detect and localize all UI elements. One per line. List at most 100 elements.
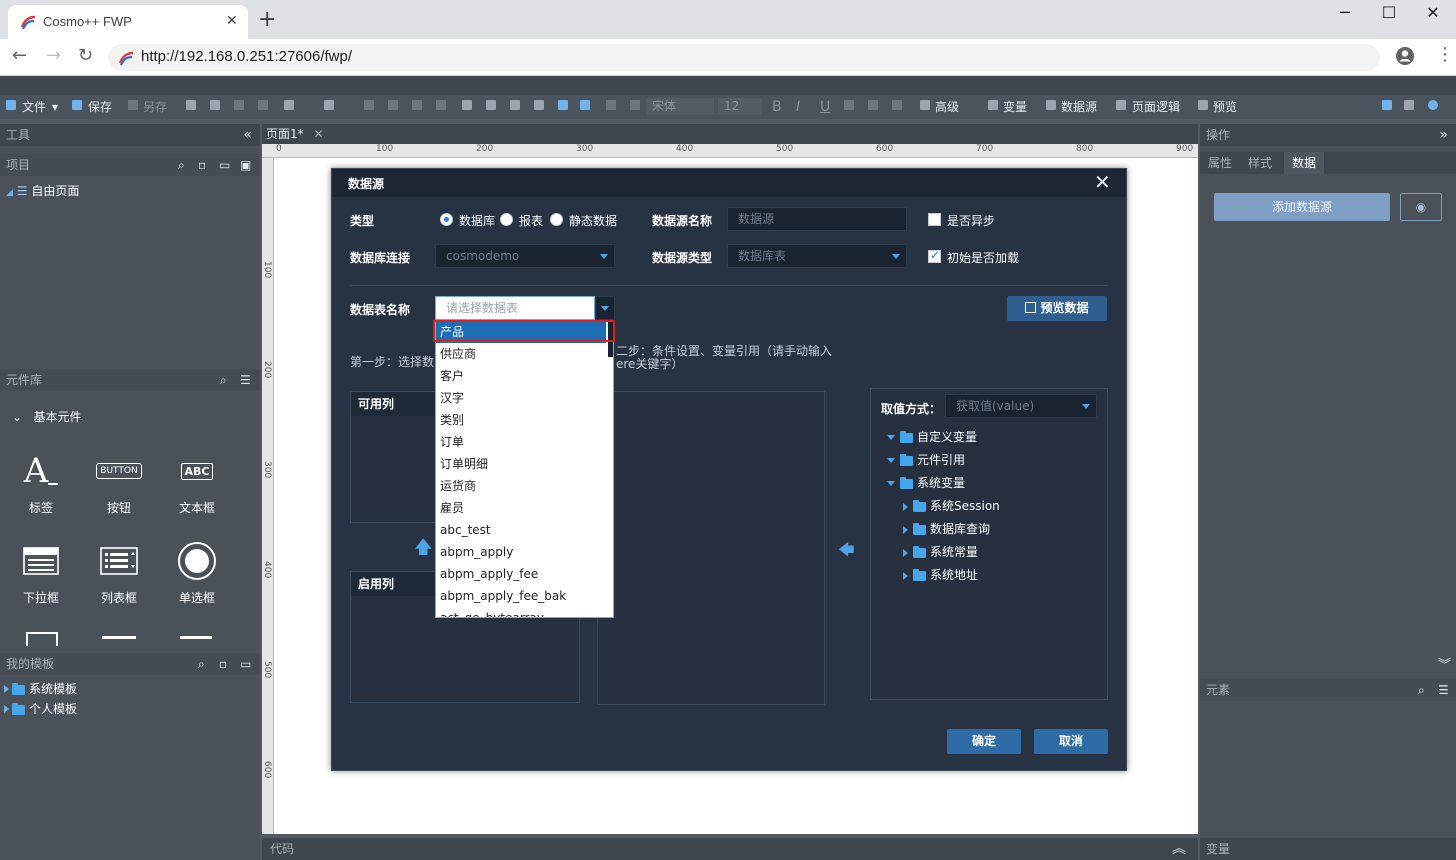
dropdown-item[interactable]: abpm_apply: [436, 541, 606, 563]
font-size-select[interactable]: 12: [718, 98, 762, 115]
line-component-icon[interactable]: [180, 636, 212, 639]
browser-menu-icon[interactable]: ⋮: [1436, 45, 1454, 65]
file-menu[interactable]: 文件: [22, 99, 46, 117]
ds-type-select[interactable]: 数据库表: [727, 244, 907, 268]
group-icon[interactable]: [364, 100, 374, 110]
code-panel-bar[interactable]: 代码 ︽: [262, 838, 1198, 860]
distribute-icon[interactable]: [510, 100, 520, 110]
text-align-right-icon[interactable]: [892, 100, 902, 110]
insert-arrow-left-icon[interactable]: 🡄: [838, 539, 855, 566]
list-menu-icon[interactable]: ☰: [240, 369, 251, 391]
new-template-icon[interactable]: ▫: [219, 653, 227, 675]
dropdown-item[interactable]: 订单明细: [436, 453, 606, 475]
variable-button[interactable]: 变量: [1003, 99, 1027, 117]
text-align-left-icon[interactable]: [844, 100, 854, 110]
tree-db-query[interactable]: 数据库查询: [903, 520, 990, 537]
tab-properties[interactable]: 属性: [1208, 152, 1244, 174]
tab-page1[interactable]: 页面1* ✕: [266, 125, 324, 142]
tree-item-personal-templates[interactable]: 个人模板: [4, 700, 77, 717]
tree-component-refs[interactable]: 元件引用: [887, 451, 965, 468]
save-as-button[interactable]: 另存: [143, 99, 167, 117]
search-icon[interactable]: ⌕: [198, 653, 205, 675]
url-input[interactable]: http://192.168.0.251:27606/fwp/: [108, 44, 1380, 71]
page-logic-button[interactable]: 页面逻辑: [1132, 99, 1180, 117]
mobile-view-icon[interactable]: [1404, 100, 1414, 110]
db-conn-select[interactable]: cosmodemo: [435, 244, 615, 268]
browser-tab[interactable]: Cosmo++ FWP ✕: [8, 5, 248, 39]
type-radio-static[interactable]: [550, 213, 563, 226]
align-left-icon[interactable]: [284, 100, 294, 110]
search-icon[interactable]: ⌕: [178, 154, 185, 176]
import-icon[interactable]: ▣: [240, 154, 251, 176]
list-menu-icon[interactable]: ☰: [1438, 679, 1449, 701]
collapse-right-icon[interactable]: »: [1439, 124, 1448, 146]
datasource-button[interactable]: 数据源: [1061, 99, 1097, 117]
table-name-input[interactable]: 请选择数据表: [435, 296, 595, 320]
text-align-center-icon[interactable]: [868, 100, 878, 110]
expand-up-icon[interactable]: ︽: [1172, 838, 1186, 860]
back-icon[interactable]: ←: [12, 45, 27, 67]
fill-color-icon[interactable]: [606, 100, 616, 110]
dropdown-item[interactable]: 供应商: [436, 343, 606, 365]
align-vertical-icon[interactable]: [324, 100, 334, 110]
tree-system-constants[interactable]: 系统常量: [903, 543, 978, 560]
unlock-icon[interactable]: [486, 100, 496, 110]
type-radio-report[interactable]: [500, 213, 513, 226]
ok-button[interactable]: 确定: [947, 729, 1021, 754]
dropdown-item[interactable]: 类别: [436, 409, 606, 431]
tree-system-variables[interactable]: 系统变量: [887, 474, 965, 491]
ds-name-input[interactable]: 数据源: [727, 207, 907, 231]
dropdown-item[interactable]: abc_test: [436, 519, 606, 541]
new-tab-icon[interactable]: +: [258, 8, 276, 32]
dropdown-item[interactable]: 客户: [436, 365, 606, 387]
tree-custom-variables[interactable]: 自定义变量: [887, 428, 977, 445]
move-up-arrow-icon[interactable]: 🡅: [414, 535, 433, 565]
send-back-icon[interactable]: [436, 100, 446, 110]
resize-icon[interactable]: [534, 100, 544, 110]
type-radio-database[interactable]: [440, 213, 453, 226]
save-button[interactable]: 保存: [88, 99, 112, 117]
search-icon[interactable]: ⌕: [220, 369, 227, 391]
dropdown-item[interactable]: 雇员: [436, 497, 606, 519]
preview-data-button[interactable]: 预览数据: [1007, 296, 1107, 321]
expand-down-icon[interactable]: ︾: [1438, 654, 1451, 673]
help-icon[interactable]: [1428, 100, 1438, 110]
datasource-options-icon[interactable]: ◉: [1400, 193, 1442, 221]
dropdown-item[interactable]: 汉字: [436, 387, 606, 409]
tab-styles[interactable]: 样式: [1248, 152, 1284, 174]
table-name-dropdown-button[interactable]: [595, 296, 615, 320]
tree-system-session[interactable]: 系统Session: [903, 497, 1000, 514]
new-folder-icon[interactable]: ▭: [219, 154, 230, 176]
cancel-button[interactable]: 取消: [1034, 729, 1108, 754]
paste-icon[interactable]: [210, 100, 220, 110]
dropdown-item[interactable]: act_ge_bytearray: [436, 607, 606, 617]
new-folder-icon[interactable]: ▭: [240, 653, 251, 675]
init-load-checkbox[interactable]: ✓: [928, 248, 941, 263]
dropdown-item[interactable]: abpm_apply_fee: [436, 563, 606, 585]
minimize-icon[interactable]: ─: [1322, 2, 1368, 30]
tab-data[interactable]: 数据: [1284, 152, 1324, 174]
bring-front-icon[interactable]: [412, 100, 422, 110]
dropdown-item[interactable]: 订单: [436, 431, 606, 453]
collapse-left-icon[interactable]: «: [243, 124, 252, 146]
lock-icon[interactable]: [462, 100, 472, 110]
dropdown-item[interactable]: 运货商: [436, 475, 606, 497]
underline-button[interactable]: U: [820, 99, 830, 117]
reload-icon[interactable]: ↻: [78, 45, 93, 67]
new-page-icon[interactable]: ▫: [198, 154, 206, 176]
font-family-select[interactable]: 宋体: [646, 98, 714, 115]
desktop-view-icon[interactable]: [1382, 100, 1392, 110]
multi-select-icon[interactable]: [580, 100, 590, 110]
close-icon[interactable]: ✕: [313, 127, 323, 141]
add-datasource-button[interactable]: 添加数据源: [1214, 193, 1390, 221]
preview-button[interactable]: 预览: [1213, 99, 1237, 117]
tree-item-free-page[interactable]: ◢ ☰ 自由页面: [6, 182, 79, 199]
profile-icon[interactable]: [1395, 46, 1415, 66]
close-icon[interactable]: ✕: [1094, 171, 1111, 193]
value-mode-select[interactable]: 获取值(value): [945, 394, 1097, 418]
search-icon[interactable]: ⌕: [1418, 679, 1425, 701]
window-close-icon[interactable]: ✕: [1410, 2, 1456, 30]
copy-icon[interactable]: [186, 100, 196, 110]
hline-component-icon[interactable]: [102, 636, 136, 639]
bold-button[interactable]: B: [772, 99, 782, 117]
